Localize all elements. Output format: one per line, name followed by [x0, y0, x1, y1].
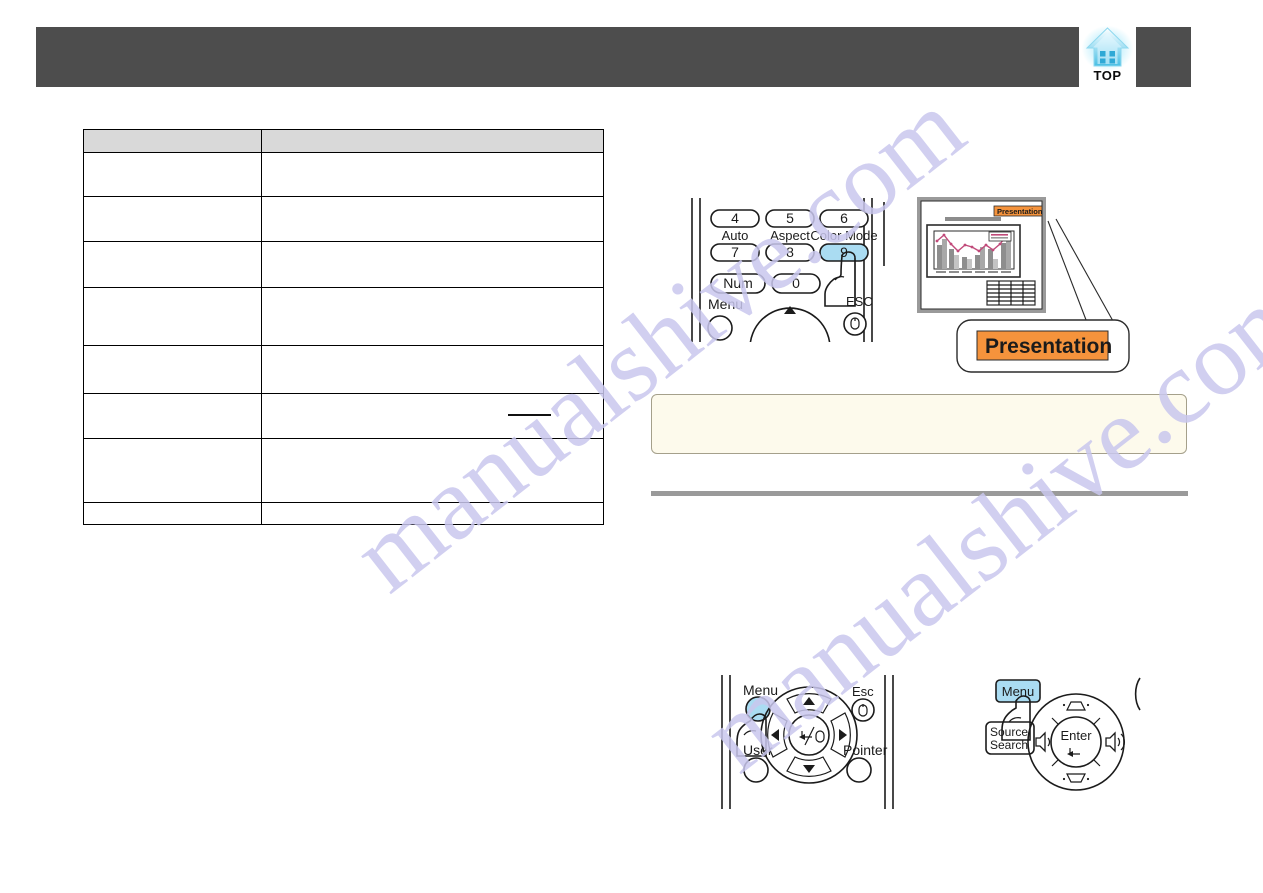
page-header-bar — [36, 27, 1191, 87]
cross-reference-underline — [507, 414, 551, 416]
table-row — [83, 393, 605, 439]
table-cell-description — [260, 152, 605, 197]
panel-label-source: Source — [990, 725, 1028, 739]
control-panel-illustration: Menu Source Search Enter — [985, 677, 1141, 791]
remote-label-menu: Menu — [743, 682, 778, 698]
remote-key-7[interactable]: 7 — [710, 243, 760, 262]
svg-text:Presentation: Presentation — [997, 207, 1043, 216]
table-cell-name — [83, 196, 262, 242]
remote-key-user — [743, 757, 769, 783]
remote-key-8[interactable]: 8 — [765, 243, 815, 262]
svg-text:5: 5 — [786, 210, 794, 226]
svg-text:7: 7 — [731, 244, 739, 260]
table-row — [83, 502, 605, 525]
dpad-right-button[interactable] — [830, 712, 851, 758]
keystone-up-icon[interactable] — [1062, 701, 1090, 711]
remote-control-illustration-top: 4 5 6 Auto Aspect Color Mode 7 8 9 Num 0… — [691, 198, 885, 342]
remote-label-aspect: Aspect — [770, 228, 810, 243]
remote-dpad[interactable] — [749, 306, 831, 342]
panel-label-enter: Enter — [1060, 728, 1092, 743]
table-row — [83, 287, 605, 346]
remote-key-esc[interactable] — [851, 698, 875, 722]
keystone-down-icon[interactable] — [1062, 773, 1090, 783]
table-header-cell-description — [260, 129, 605, 153]
table-row — [83, 438, 605, 503]
svg-text:8: 8 — [786, 244, 794, 260]
home-top-icon — [1079, 24, 1136, 71]
table-cell-name — [83, 345, 262, 394]
callout-label: Presentation — [985, 335, 1112, 358]
dpad-left-button[interactable] — [767, 712, 788, 758]
table-cell-description — [260, 241, 605, 288]
screen-data-table — [986, 280, 1036, 306]
svg-text:6: 6 — [840, 210, 848, 226]
remote-key-5[interactable]: 5 — [765, 209, 815, 228]
color-mode-badge: Presentation — [993, 205, 1043, 217]
svg-text:4: 4 — [731, 210, 739, 226]
table-header-cell-name — [83, 129, 262, 153]
volume-up-icon[interactable] — [1105, 731, 1125, 753]
table-cell-name — [83, 438, 262, 503]
table-row — [83, 152, 605, 197]
remote-label-color-mode: Color Mode — [810, 228, 877, 243]
table-cell-name — [83, 152, 262, 197]
table-cell-name — [83, 287, 262, 346]
remote-label-esc: Esc — [852, 684, 874, 699]
manual-page: manualshive.com manualshive.com TOP 4 5 … — [0, 0, 1263, 893]
presentation-callout: Presentation — [956, 319, 1130, 373]
remote-key-num[interactable]: Num — [710, 273, 766, 294]
svg-text:Menu: Menu — [1002, 684, 1035, 699]
panel-key-enter[interactable]: Enter — [1050, 716, 1102, 768]
remote-key-4[interactable]: 4 — [710, 209, 760, 228]
remote-key-menu-highlighted — [745, 696, 771, 722]
table-row — [83, 241, 605, 288]
note-text — [652, 395, 1186, 411]
dpad-down-button[interactable] — [786, 756, 832, 777]
remote-control-illustration-bottom: Menu Esc User Pointer — [721, 675, 894, 809]
table-cell-name — [83, 393, 262, 439]
remote-key-enter[interactable] — [788, 714, 830, 756]
table-header-row — [83, 129, 605, 153]
section-divider — [651, 491, 1188, 496]
spec-table — [83, 129, 605, 525]
svg-text:Num: Num — [723, 275, 753, 291]
remote-key-6[interactable]: 6 — [819, 209, 869, 228]
table-cell-description — [260, 345, 605, 394]
table-cell-name — [83, 241, 262, 288]
table-cell-name — [83, 502, 262, 525]
remote-label-menu: Menu — [708, 296, 743, 312]
remote-key-0[interactable]: 0 — [771, 273, 821, 294]
note-box — [651, 394, 1187, 454]
panel-key-source-search[interactable]: Source Search — [985, 721, 1035, 755]
dpad-up-button[interactable] — [786, 693, 832, 714]
svg-text:0: 0 — [792, 275, 800, 291]
table-row — [83, 196, 605, 242]
remote-key-esc[interactable] — [843, 312, 867, 336]
table-cell-description — [260, 196, 605, 242]
table-cell-description — [260, 502, 605, 525]
remote-dpad[interactable] — [760, 686, 858, 784]
table-cell-description — [260, 287, 605, 346]
table-cell-description — [260, 438, 605, 503]
table-row — [83, 345, 605, 394]
top-button[interactable]: TOP — [1079, 24, 1136, 90]
projection-screen-illustration: Presentation — [917, 197, 1046, 313]
table-cell-description — [260, 393, 605, 439]
remote-key-menu — [707, 315, 733, 341]
remote-label-auto: Auto — [722, 228, 749, 243]
panel-dial[interactable]: Enter — [1027, 693, 1125, 791]
remote-key-pointer — [846, 757, 872, 783]
volume-down-icon[interactable] — [1035, 731, 1051, 753]
